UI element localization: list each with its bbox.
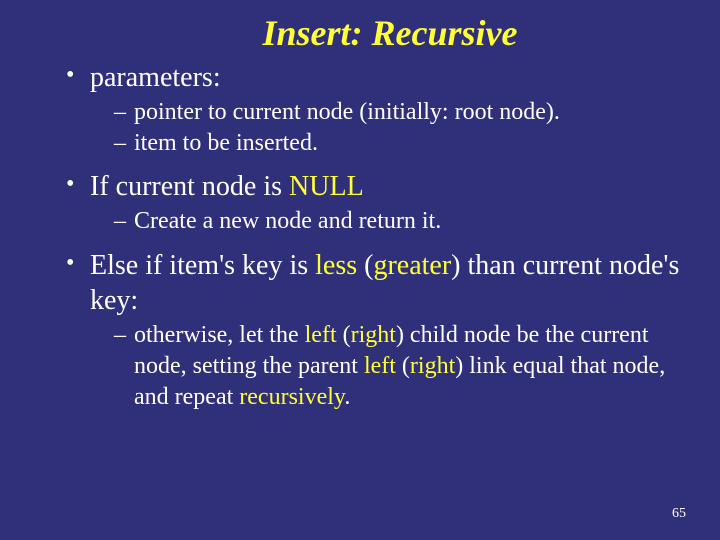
sub-item: pointer to current node (initially: root… [114,97,690,128]
sub-item: otherwise, let the left (right) child no… [114,320,690,414]
bullet-text: Else if item's key is [90,250,315,281]
sub-item: item to be inserted. [114,128,690,159]
highlight-null: NULL [289,171,364,202]
sub-item: Create a new node and return it. [114,206,690,237]
bullet-else-if: Else if item's key is less (greater) tha… [66,248,690,414]
bullet-list: parameters: pointer to current node (ini… [30,60,690,413]
sub-text: ( [337,322,351,348]
highlight-greater: greater [373,250,451,281]
bullet-parameters: parameters: pointer to current node (ini… [66,60,690,159]
highlight-left: left [305,322,337,348]
sub-text: . [344,384,350,410]
highlight-right: right [410,353,455,379]
sub-text: otherwise, let the [134,322,305,348]
highlight-recursively: recursively [239,384,344,410]
sub-list: Create a new node and return it. [90,206,690,237]
bullet-text: ( [357,250,373,281]
bullet-text: parameters: [90,62,221,93]
highlight-left: left [364,353,396,379]
highlight-right: right [351,322,396,348]
bullet-text: If current node is [90,171,289,202]
bullet-if-null: If current node is NULL Create a new nod… [66,169,690,237]
sub-text: ( [396,353,410,379]
page-number: 65 [672,506,686,522]
slide: Insert: Recursive parameters: pointer to… [0,0,720,413]
sub-list: pointer to current node (initially: root… [90,97,690,159]
slide-title: Insert: Recursive [90,12,690,54]
highlight-less: less [315,250,357,281]
sub-list: otherwise, let the left (right) child no… [90,320,690,414]
